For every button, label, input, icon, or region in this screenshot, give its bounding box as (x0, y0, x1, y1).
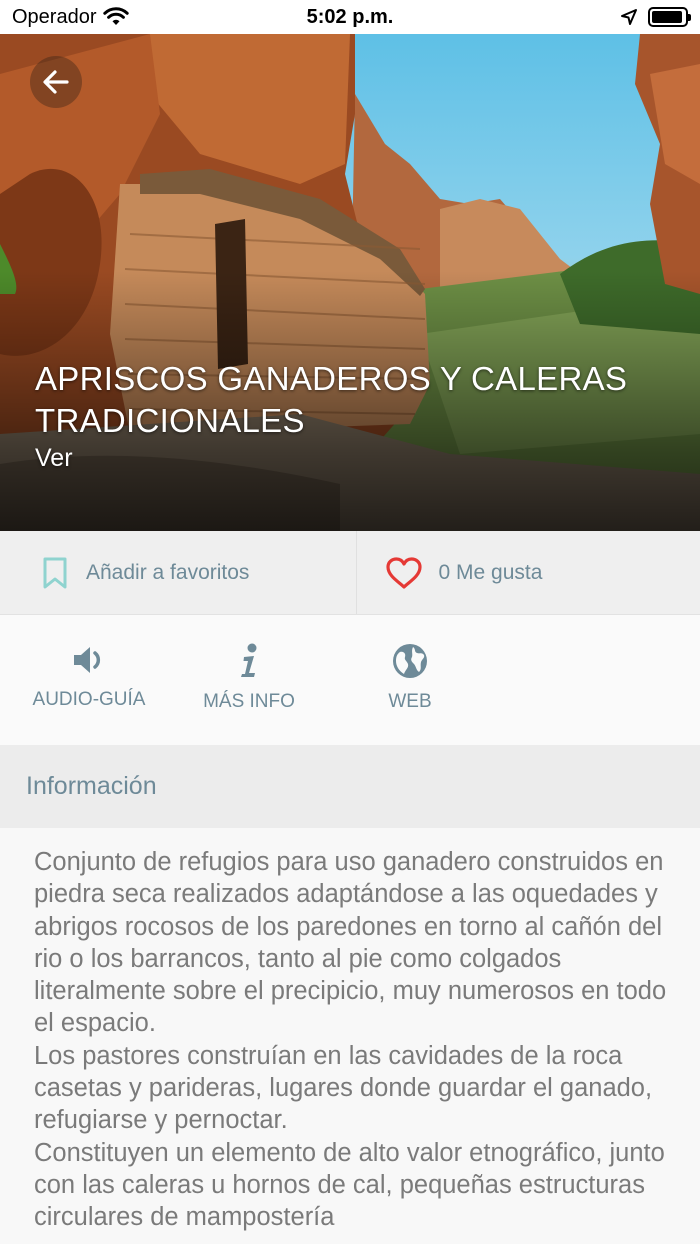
status-left: Operador (12, 6, 129, 29)
status-right (620, 7, 691, 27)
place-title-line-2: TRADICIONALES (35, 402, 305, 439)
info-section-title: Información (26, 772, 157, 800)
wifi-icon (102, 7, 129, 25)
add-favorites-button[interactable]: Añadir a favoritos (0, 531, 356, 614)
globe-icon (393, 644, 427, 678)
description-text: Conjunto de refugios para uso ganadero c… (34, 846, 674, 1234)
description-paragraph: Los pastores construían en las cavidades… (34, 1041, 653, 1135)
audio-guide-label: AUDIO-GUÍA (32, 689, 146, 710)
more-info-label: MÁS INFO (203, 691, 295, 712)
back-button[interactable] (30, 56, 82, 108)
heart-icon (385, 556, 422, 589)
info-section-header: Información (0, 745, 700, 828)
place-location: Ver (35, 444, 73, 472)
bookmark-icon (43, 557, 67, 588)
battery-icon (648, 7, 691, 27)
add-favorites-label: Añadir a favoritos (86, 560, 250, 584)
web-button[interactable]: WEB (330, 643, 490, 713)
description-paragraph: Constituyen un elemento de alto valor et… (34, 1138, 665, 1232)
like-count-label: 0 Me gusta (438, 560, 543, 584)
battery-fill (652, 11, 683, 23)
status-bar: Operador 5:02 p.m. (0, 0, 700, 34)
action-bar: Añadir a favoritos 0 Me gusta (0, 531, 700, 615)
description-paragraph: Conjunto de refugios para uso ganadero c… (34, 848, 667, 1038)
hero-image: APRISCOS GANADEROS Y CALERAS TRADICIONAL… (0, 34, 700, 531)
carrier-label: Operador (12, 5, 97, 28)
info-icon (241, 643, 257, 677)
location-arrow-icon (621, 9, 637, 25)
web-label: WEB (388, 691, 432, 712)
place-title-line-1: APRISCOS GANADEROS Y CALERAS (35, 360, 628, 397)
speaker-icon (74, 647, 101, 673)
screen: Operador 5:02 p.m. APRISCOS GANADEROS Y … (0, 0, 700, 1244)
more-info-button[interactable]: MÁS INFO (169, 643, 329, 713)
place-title: APRISCOS GANADEROS Y CALERAS TRADICIONAL… (35, 358, 675, 442)
audio-guide-button[interactable]: AUDIO-GUÍA (9, 643, 169, 711)
arrow-left-icon (43, 70, 69, 94)
like-button[interactable]: 0 Me gusta (355, 531, 700, 614)
quick-actions: AUDIO-GUÍA MÁS INFO WEB (0, 615, 700, 745)
